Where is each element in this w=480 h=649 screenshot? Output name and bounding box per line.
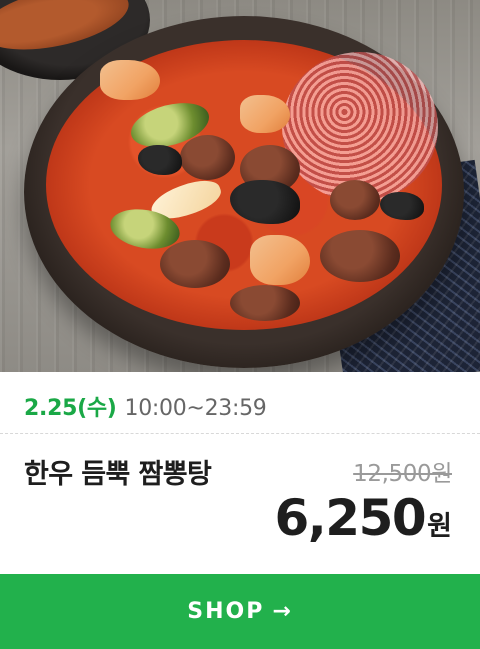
sale-price-currency: 원: [427, 511, 452, 542]
beef-piece: [330, 180, 380, 220]
product-title[interactable]: 한우 듬뿍 짬뽕탕: [24, 452, 212, 491]
sale-time: 10:00~23:59: [124, 396, 267, 421]
shop-button[interactable]: SHOP →: [0, 574, 480, 649]
cabbage-piece: [100, 60, 160, 100]
deal-info: 2.25(수) 10:00~23:59 한우 듬뿍 짬뽕탕 12,500원 6,…: [0, 372, 480, 574]
sale-price-value: 6,250: [274, 489, 427, 547]
beef-piece: [180, 135, 235, 180]
beef-piece: [160, 240, 230, 288]
sale-period: 2.25(수) 10:00~23:59: [24, 390, 267, 422]
original-price: 12,500원: [353, 461, 452, 487]
beef-piece: [230, 285, 300, 321]
sale-date: 2.25(수): [24, 396, 117, 421]
arrow-right-icon: →: [272, 599, 293, 624]
deal-card[interactable]: 2.25(수) 10:00~23:59 한우 듬뿍 짬뽕탕 12,500원 6,…: [0, 0, 480, 649]
beef-piece: [320, 230, 400, 282]
cabbage-piece: [250, 235, 310, 285]
sale-price: 6,250 원: [275, 490, 453, 546]
dashed-divider: [0, 433, 480, 434]
shop-button-label: SHOP: [187, 599, 265, 624]
cabbage-piece: [240, 95, 290, 133]
product-photo[interactable]: [0, 0, 480, 372]
